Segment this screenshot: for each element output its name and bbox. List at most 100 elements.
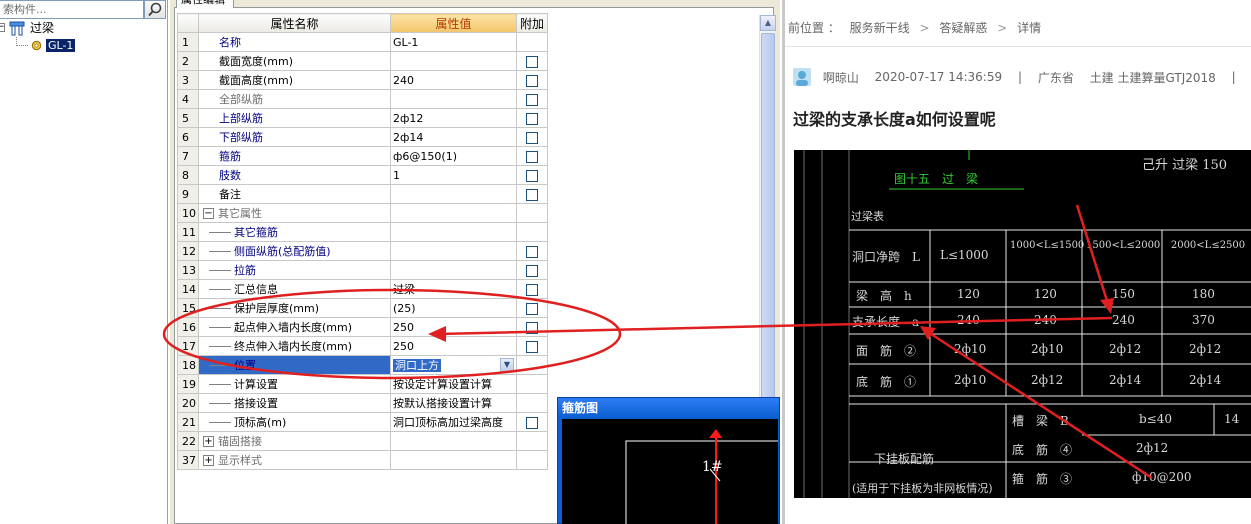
property-row[interactable]: 21 顶标高(m) 洞口顶标高加过梁高度 — [177, 412, 548, 432]
property-row[interactable]: 5 上部纵筋 2ф12 — [177, 108, 548, 128]
collapse-icon[interactable]: − — [203, 208, 214, 219]
property-value-cell[interactable] — [390, 241, 517, 261]
property-row[interactable]: 12 侧面纵筋(总配筋值) — [177, 241, 548, 261]
property-value-cell[interactable]: ▼ 洞口上方 — [390, 355, 517, 375]
property-name-cell[interactable]: 全部纵筋 — [198, 89, 391, 109]
property-row[interactable]: 3 截面高度(mm) 240 — [177, 70, 548, 90]
scroll-up-icon[interactable]: ▲ — [760, 15, 776, 31]
extra-checkbox[interactable] — [526, 74, 538, 87]
property-value-cell[interactable] — [390, 222, 517, 242]
property-value-cell[interactable]: 按设定计算设置计算 — [390, 374, 517, 394]
property-value-cell[interactable]: 240 — [390, 70, 517, 90]
post-category[interactable]: 土建 土建算量GTJ2018 — [1090, 71, 1216, 85]
property-value-cell[interactable] — [390, 51, 517, 71]
component-search-input[interactable]: 索构件... — [0, 0, 144, 19]
property-row[interactable]: 10− 其它属性 — [177, 203, 548, 223]
property-name-cell[interactable]: 截面高度(mm) — [198, 70, 391, 90]
property-name-cell[interactable]: 顶标高(m) — [198, 412, 391, 432]
extra-checkbox[interactable] — [526, 131, 538, 144]
extra-checkbox[interactable] — [526, 416, 538, 429]
property-name-cell[interactable]: + 锚固搭接 — [198, 431, 391, 451]
property-name-cell[interactable]: 汇总信息 — [198, 279, 391, 299]
breadcrumb-link-qa[interactable]: 答疑解惑 — [939, 21, 987, 35]
extra-checkbox[interactable] — [526, 245, 538, 258]
breadcrumb-link-service[interactable]: 服务新干线 — [850, 21, 910, 35]
property-row[interactable]: 17 终点伸入墙内长度(mm) 250 — [177, 336, 548, 356]
property-name-cell[interactable]: 搭接设置 — [198, 393, 391, 413]
property-row[interactable]: 2 截面宽度(mm) — [177, 51, 548, 71]
property-value-cell[interactable] — [390, 184, 517, 204]
property-row[interactable]: 15 保护层厚度(mm) (25) — [177, 298, 548, 318]
extra-checkbox[interactable] — [526, 55, 538, 68]
expand-icon[interactable]: + — [203, 455, 214, 466]
extra-checkbox[interactable] — [526, 112, 538, 125]
property-value-cell[interactable] — [390, 431, 517, 451]
extra-checkbox[interactable] — [526, 93, 538, 106]
property-row[interactable]: 6 下部纵筋 2ф14 — [177, 127, 548, 147]
search-button[interactable] — [144, 0, 166, 19]
property-value-cell[interactable] — [390, 450, 517, 470]
property-row[interactable]: 22 + 锚固搭接 — [177, 431, 548, 451]
chevron-down-icon[interactable]: ▼ — [500, 357, 514, 372]
property-name-cell[interactable]: 其它箍筋 — [198, 222, 391, 242]
property-row[interactable]: 11 其它箍筋 — [177, 222, 548, 242]
property-row[interactable]: 13 拉筋 — [177, 260, 548, 280]
property-value-cell[interactable]: 洞口顶标高加过梁高度 — [390, 412, 517, 432]
property-name-cell[interactable]: 上部纵筋 — [198, 108, 391, 128]
avatar[interactable] — [793, 68, 811, 86]
extra-checkbox[interactable] — [526, 340, 538, 353]
property-name-cell[interactable]: 位置 — [198, 355, 391, 375]
property-name-cell[interactable]: 拉筋 — [198, 260, 391, 280]
extra-checkbox[interactable] — [526, 264, 538, 277]
extra-checkbox[interactable] — [526, 188, 538, 201]
property-value-cell[interactable]: 按默认搭接设置计算 — [390, 393, 517, 413]
property-name-cell[interactable]: 计算设置 — [198, 374, 391, 394]
property-value-cell[interactable]: 过梁 — [390, 279, 517, 299]
extra-checkbox[interactable] — [526, 283, 538, 296]
property-value-cell[interactable]: 250 — [390, 336, 517, 356]
property-value-cell[interactable]: 2ф12 — [390, 108, 517, 128]
property-value-cell[interactable] — [390, 203, 517, 223]
property-row[interactable]: 1 名称 GL-1 — [177, 32, 548, 52]
tree-node-lintel[interactable]: − 过梁 — [0, 20, 168, 46]
extra-checkbox[interactable] — [526, 150, 538, 163]
tree-collapse-icon[interactable]: − — [0, 23, 5, 32]
property-row[interactable]: 8 肢数 1 — [177, 165, 548, 185]
expand-icon[interactable]: + — [203, 436, 214, 447]
property-name-cell[interactable]: + 显示样式 — [198, 450, 391, 470]
property-value-cell[interactable]: (25) — [390, 298, 517, 318]
tree-node-gl1[interactable]: GL-1 — [0, 37, 168, 54]
property-name-cell[interactable]: 保护层厚度(mm) — [198, 298, 391, 318]
extra-checkbox[interactable] — [526, 302, 538, 315]
property-name-cell[interactable]: − 其它属性 — [198, 203, 391, 223]
property-name-cell[interactable]: 起点伸入墙内长度(mm) — [198, 317, 391, 337]
property-value-cell[interactable]: 2ф14 — [390, 127, 517, 147]
property-row[interactable]: 14 汇总信息 过梁 — [177, 279, 548, 299]
property-row[interactable]: 18 位置 ▼ 洞口上方 — [177, 355, 548, 375]
tab-property-editor[interactable]: 属性编辑 — [176, 0, 234, 8]
property-row[interactable]: 37 + 显示样式 — [177, 450, 548, 470]
property-name-cell[interactable]: 终点伸入墙内长度(mm) — [198, 336, 391, 356]
property-row[interactable]: 4 全部纵筋 — [177, 89, 548, 109]
property-row[interactable]: 9 备注 — [177, 184, 548, 204]
property-name-cell[interactable]: 名称 — [198, 32, 391, 52]
property-value-cell[interactable]: GL-1 — [390, 32, 517, 52]
scroll-thumb[interactable] — [761, 33, 775, 428]
property-value-cell[interactable]: ф6@150(1) — [390, 146, 517, 166]
property-name-cell[interactable]: 箍筋 — [198, 146, 391, 166]
property-row[interactable]: 19 计算设置 按设定计算设置计算 — [177, 374, 548, 394]
property-value-cell[interactable]: 250 — [390, 317, 517, 337]
property-name-cell[interactable]: 侧面纵筋(总配筋值) — [198, 241, 391, 261]
extra-checkbox[interactable] — [526, 321, 538, 334]
property-value-cell[interactable] — [390, 89, 517, 109]
post-author[interactable]: 啊晾山 — [823, 71, 859, 85]
property-row[interactable]: 20 搭接设置 按默认搭接设置计算 — [177, 393, 548, 413]
property-value-cell[interactable]: 1 — [390, 165, 517, 185]
property-row[interactable]: 16 起点伸入墙内长度(mm) 250 — [177, 317, 548, 337]
property-row[interactable]: 7 箍筋 ф6@150(1) — [177, 146, 548, 166]
extra-checkbox[interactable] — [526, 169, 538, 182]
property-name-cell[interactable]: 下部纵筋 — [198, 127, 391, 147]
property-name-cell[interactable]: 截面宽度(mm) — [198, 51, 391, 71]
property-name-cell[interactable]: 备注 — [198, 184, 391, 204]
property-name-cell[interactable]: 肢数 — [198, 165, 391, 185]
